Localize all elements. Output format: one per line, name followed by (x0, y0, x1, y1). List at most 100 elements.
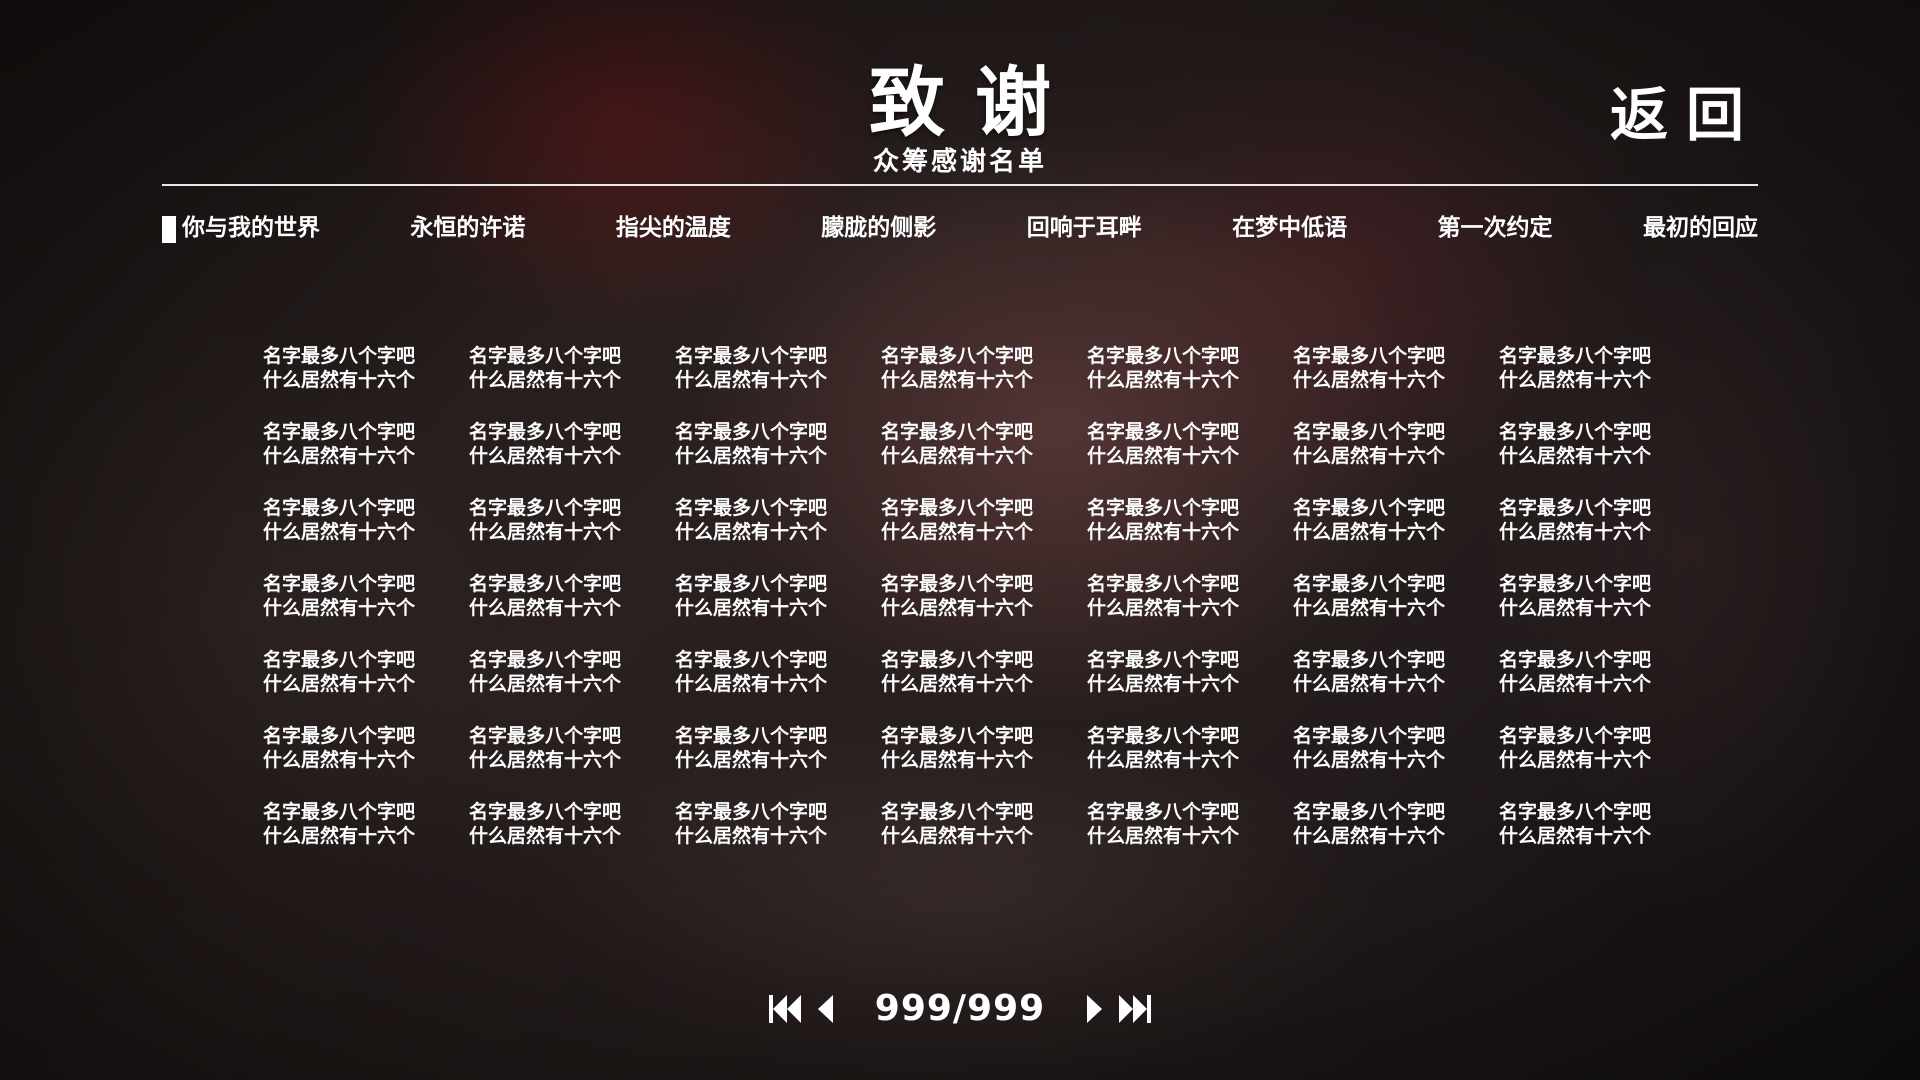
supporter-name: 名字最多八个字吧 什么居然有十六个 (1060, 798, 1266, 874)
supporter-name-line: 名字最多八个字吧 (880, 801, 1033, 823)
supporter-name-line: 什么居然有十六个 (674, 445, 827, 467)
active-tab-marker (162, 216, 176, 243)
tab-3[interactable]: 指尖的温度 (596, 208, 731, 248)
supporter-name: 名字最多八个字吧 什么居然有十六个 (648, 342, 854, 418)
supporter-name-line: 什么居然有十六个 (1292, 597, 1445, 619)
supporter-name: 名字最多八个字吧 什么居然有十六个 (1266, 646, 1472, 722)
supporter-name-line: 名字最多八个字吧 (674, 649, 827, 671)
back-button[interactable]: 返回 (1610, 80, 1762, 150)
supporter-name-line: 名字最多八个字吧 (1292, 573, 1445, 595)
supporter-name-line: 名字最多八个字吧 (262, 421, 415, 443)
supporter-name: 名字最多八个字吧 什么居然有十六个 (1266, 570, 1472, 646)
supporter-name-line: 名字最多八个字吧 (880, 649, 1033, 671)
supporter-name: 名字最多八个字吧 什么居然有十六个 (442, 646, 648, 722)
page-indicator: 999/999 (874, 988, 1046, 1029)
supporter-name-line: 名字最多八个字吧 (262, 573, 415, 595)
supporter-name: 名字最多八个字吧 什么居然有十六个 (648, 798, 854, 874)
supporter-name: 名字最多八个字吧 什么居然有十六个 (442, 798, 648, 874)
supporter-name-line: 名字最多八个字吧 (262, 725, 415, 747)
previous-page-icon[interactable] (805, 987, 845, 1031)
supporter-name-line: 什么居然有十六个 (1292, 749, 1445, 771)
supporter-name-line: 什么居然有十六个 (262, 749, 415, 771)
supporter-name-line: 名字最多八个字吧 (1498, 573, 1651, 595)
supporter-name-line: 什么居然有十六个 (880, 369, 1033, 391)
supporter-name-line: 名字最多八个字吧 (674, 725, 827, 747)
tab-1[interactable]: 你与我的世界 (162, 208, 320, 248)
supporter-name: 名字最多八个字吧 什么居然有十六个 (1472, 570, 1678, 646)
supporter-name: 名字最多八个字吧 什么居然有十六个 (854, 646, 1060, 722)
supporter-name-line: 什么居然有十六个 (262, 825, 415, 847)
supporter-name: 名字最多八个字吧 什么居然有十六个 (648, 418, 854, 494)
tab-label: 你与我的世界 (182, 215, 320, 241)
supporter-name-line: 名字最多八个字吧 (1086, 497, 1239, 519)
supporter-name-line: 什么居然有十六个 (1498, 673, 1651, 695)
supporter-name-line: 名字最多八个字吧 (674, 801, 827, 823)
supporter-name: 名字最多八个字吧 什么居然有十六个 (1472, 494, 1678, 570)
supporter-name-line: 名字最多八个字吧 (262, 497, 415, 519)
tab-8[interactable]: 最初的回应 (1623, 208, 1758, 248)
supporter-name-line: 名字最多八个字吧 (1086, 725, 1239, 747)
tab-label: 在梦中低语 (1232, 215, 1348, 241)
supporter-name-line: 什么居然有十六个 (262, 369, 415, 391)
supporter-name: 名字最多八个字吧 什么居然有十六个 (236, 798, 442, 874)
tab-7[interactable]: 第一次约定 (1418, 208, 1553, 248)
supporter-name-line: 什么居然有十六个 (1292, 521, 1445, 543)
skip-to-last-icon[interactable] (1115, 987, 1155, 1031)
supporter-name-line: 什么居然有十六个 (1086, 825, 1239, 847)
supporter-name-line: 名字最多八个字吧 (468, 573, 621, 595)
supporter-name: 名字最多八个字吧 什么居然有十六个 (648, 646, 854, 722)
supporter-name-line: 什么居然有十六个 (880, 673, 1033, 695)
supporter-name: 名字最多八个字吧 什么居然有十六个 (1060, 646, 1266, 722)
tab-2[interactable]: 永恒的许诺 (390, 208, 525, 248)
supporter-name-line: 名字最多八个字吧 (1086, 801, 1239, 823)
supporter-name: 名字最多八个字吧 什么居然有十六个 (854, 494, 1060, 570)
supporter-name-line: 名字最多八个字吧 (880, 725, 1033, 747)
supporter-name: 名字最多八个字吧 什么居然有十六个 (1472, 798, 1678, 874)
supporter-name-line: 什么居然有十六个 (1498, 597, 1651, 619)
tab-label: 回响于耳畔 (1026, 215, 1142, 241)
supporter-name-line: 什么居然有十六个 (468, 673, 621, 695)
supporter-name-line: 什么居然有十六个 (674, 825, 827, 847)
supporter-name-line: 名字最多八个字吧 (1498, 497, 1651, 519)
supporter-name-line: 名字最多八个字吧 (1086, 421, 1239, 443)
supporter-name-line: 名字最多八个字吧 (262, 801, 415, 823)
supporter-name-line: 名字最多八个字吧 (468, 649, 621, 671)
supporter-name-line: 什么居然有十六个 (468, 825, 621, 847)
pagination: 999/999 (0, 982, 1920, 1036)
supporter-name: 名字最多八个字吧 什么居然有十六个 (1472, 418, 1678, 494)
tab-label: 最初的回应 (1642, 215, 1758, 241)
supporter-name: 名字最多八个字吧 什么居然有十六个 (1060, 342, 1266, 418)
supporter-name-line: 名字最多八个字吧 (1292, 497, 1445, 519)
tab-5[interactable]: 回响于耳畔 (1007, 208, 1142, 248)
tab-label: 指尖的温度 (615, 215, 731, 241)
supporter-name-line: 什么居然有十六个 (262, 445, 415, 467)
supporter-name-line: 什么居然有十六个 (674, 521, 827, 543)
supporter-name: 名字最多八个字吧 什么居然有十六个 (1266, 494, 1472, 570)
supporter-name-line: 名字最多八个字吧 (468, 497, 621, 519)
supporter-name-line: 名字最多八个字吧 (1292, 421, 1445, 443)
supporter-name: 名字最多八个字吧 什么居然有十六个 (236, 418, 442, 494)
page-subtitle: 众筹感谢名单 (872, 147, 1047, 177)
tab-4[interactable]: 朦胧的侧影 (801, 208, 936, 248)
supporter-name-line: 名字最多八个字吧 (674, 345, 827, 367)
supporter-name-line: 名字最多八个字吧 (1498, 725, 1651, 747)
supporter-name-line: 名字最多八个字吧 (1498, 345, 1651, 367)
skip-to-first-icon[interactable] (765, 987, 805, 1031)
supporter-name-line: 名字最多八个字吧 (1292, 801, 1445, 823)
tier-tab-bar: 你与我的世界 永恒的许诺 指尖的温度 朦胧的侧影 回响于耳畔 在梦中低语 第一次约定 最初的回… (162, 208, 1758, 248)
tab-label: 第一次约定 (1437, 215, 1553, 241)
tab-6[interactable]: 在梦中低语 (1212, 208, 1347, 248)
supporter-name: 名字最多八个字吧 什么居然有十六个 (1472, 722, 1678, 798)
supporter-name: 名字最多八个字吧 什么居然有十六个 (1060, 722, 1266, 798)
supporter-name-line: 名字最多八个字吧 (468, 725, 621, 747)
supporter-name-line: 名字最多八个字吧 (1292, 649, 1445, 671)
supporter-name-line: 什么居然有十六个 (1498, 369, 1651, 391)
supporter-name-line: 名字最多八个字吧 (880, 573, 1033, 595)
tab-label: 朦胧的侧影 (821, 215, 937, 241)
supporter-name-line: 名字最多八个字吧 (468, 801, 621, 823)
supporter-name: 名字最多八个字吧 什么居然有十六个 (1472, 646, 1678, 722)
next-page-icon[interactable] (1075, 987, 1115, 1031)
supporter-name: 名字最多八个字吧 什么居然有十六个 (236, 570, 442, 646)
supporter-name-line: 什么居然有十六个 (468, 445, 621, 467)
supporter-name-line: 什么居然有十六个 (1292, 673, 1445, 695)
